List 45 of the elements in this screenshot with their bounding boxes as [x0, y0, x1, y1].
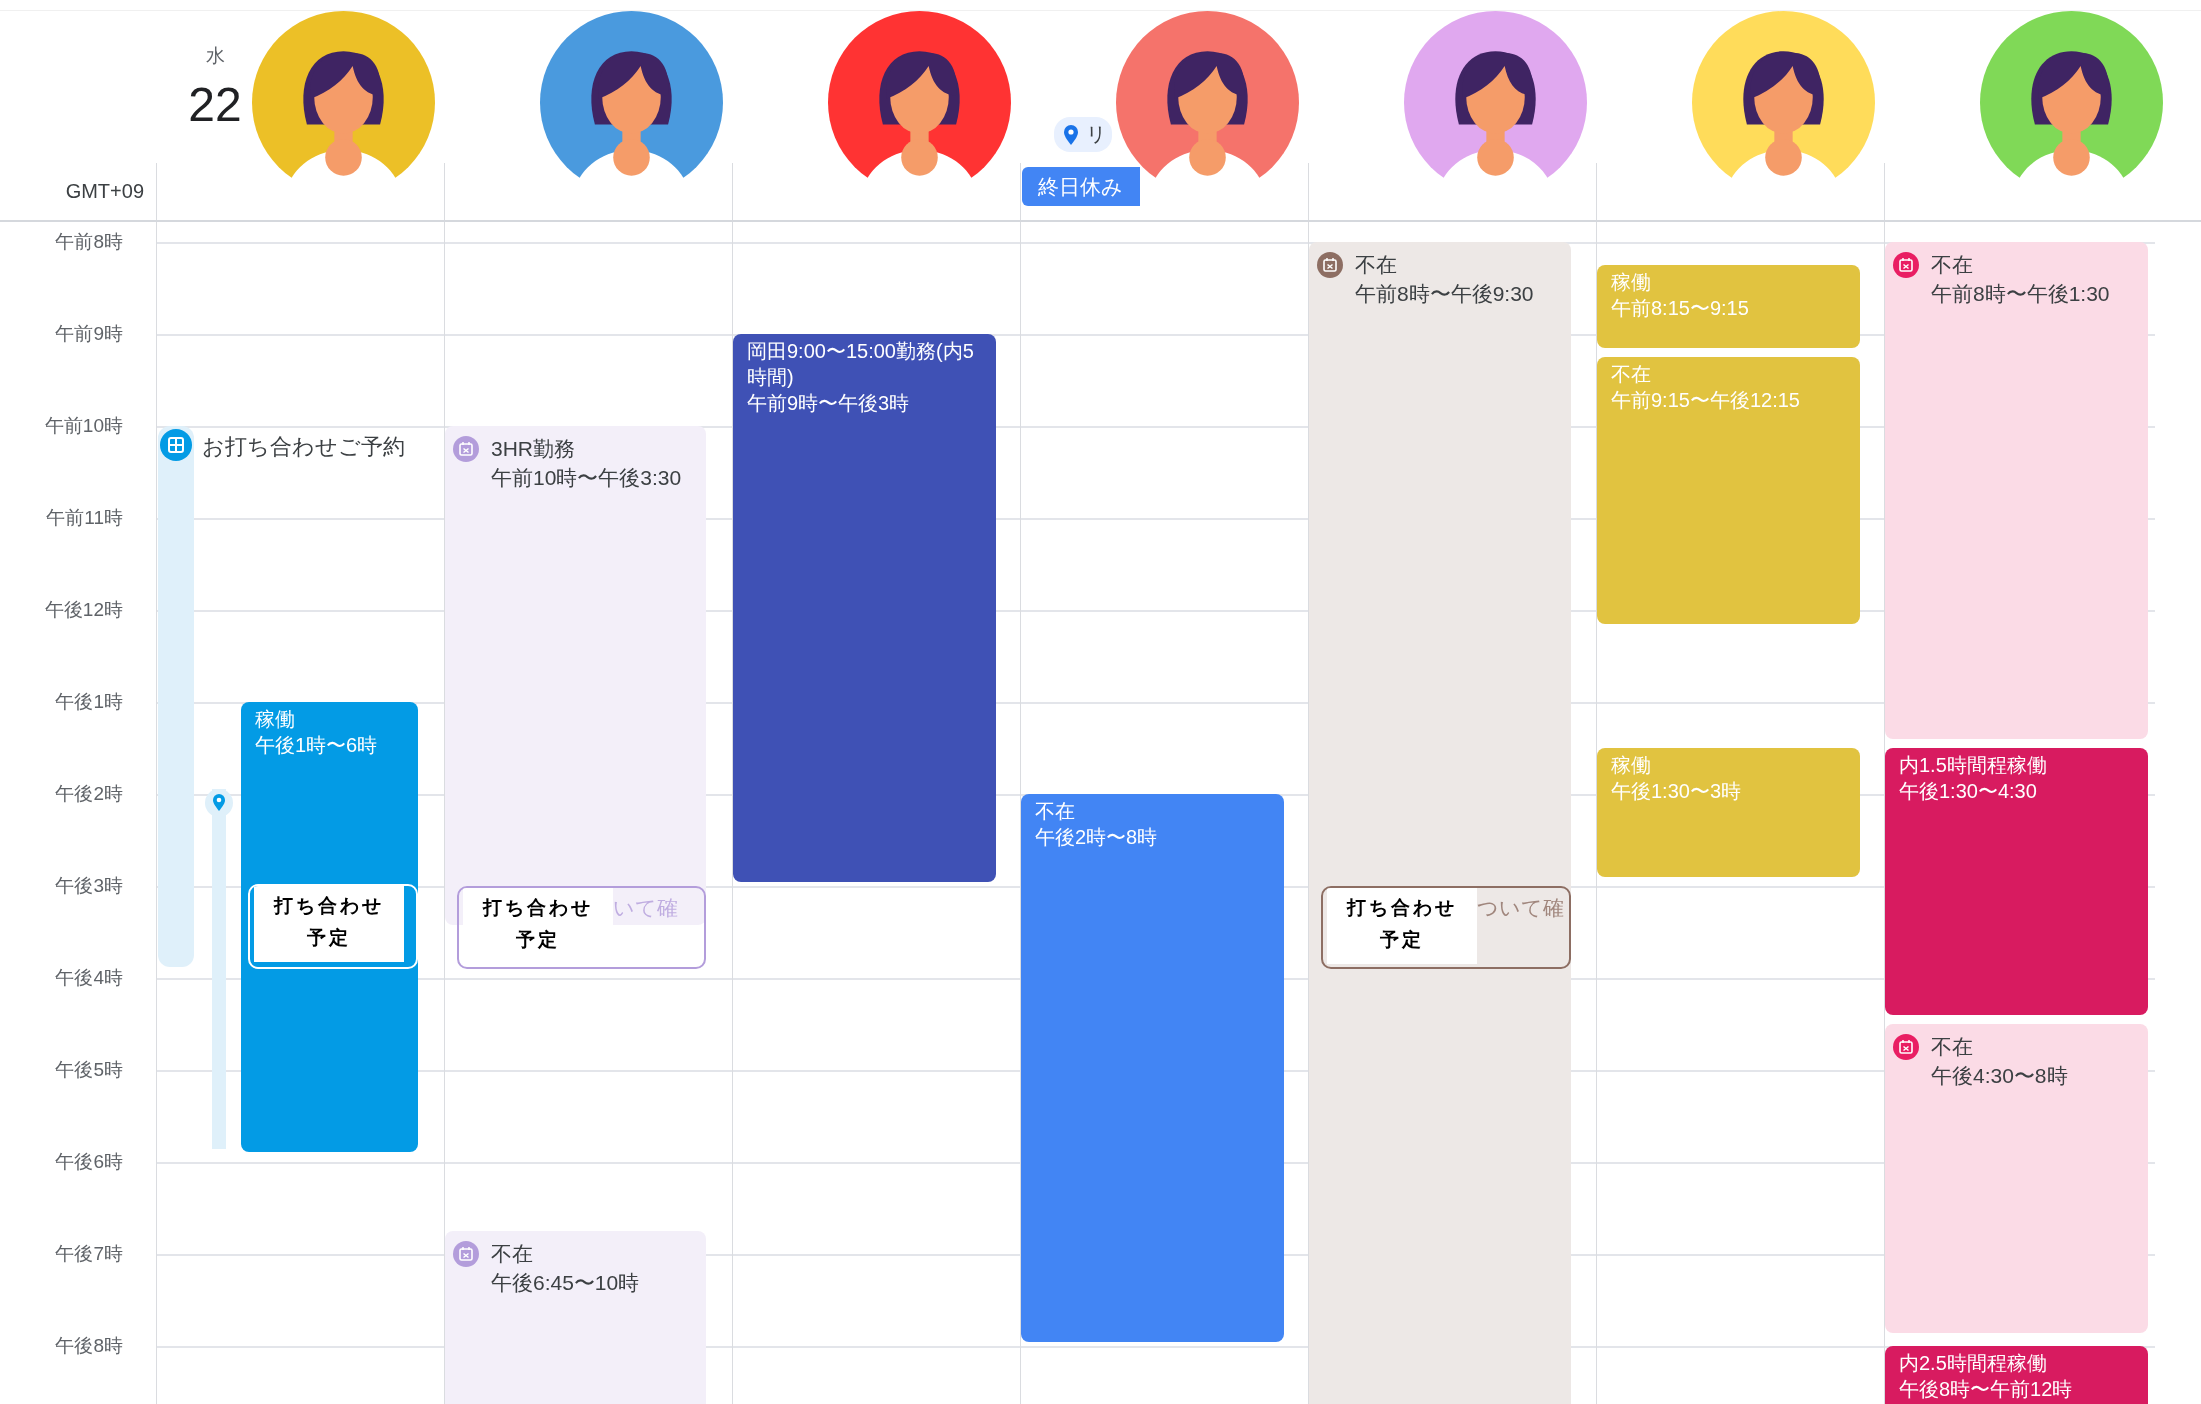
event-time: 午後2時〜8時 — [1035, 825, 1159, 850]
hour-label: 午後2時 — [54, 782, 124, 806]
event-time: 午前10時〜午後3:30 — [491, 465, 683, 491]
event-time: 午後8時〜午前12時 — [1899, 1377, 2074, 1402]
event-time: 午後6:45〜10時 — [491, 1270, 641, 1296]
hour-label: 午後1時 — [54, 690, 124, 714]
event-time: 午後1:30〜3時 — [1611, 779, 1743, 804]
hour-label: 午前8時 — [54, 230, 124, 254]
event-time: 午後4:30〜8時 — [1931, 1063, 2069, 1089]
event-time: 午前9:15〜午後12:15 — [1611, 388, 1801, 413]
event-label: 打ち合わせ予定 — [1327, 888, 1477, 964]
hour-label: 午前11時 — [45, 506, 124, 530]
hour-label: 午後12時 — [43, 598, 124, 622]
hour-label: 午後5時 — [54, 1058, 124, 1082]
event-title: 内2.5時間程稼働 — [1899, 1351, 2048, 1376]
event-title: いて確 — [613, 895, 678, 921]
hour-label: 午前9時 — [54, 322, 124, 346]
event-title: 不在 — [1931, 252, 1974, 278]
event-title: 不在 — [491, 1241, 534, 1267]
event-time: 午前8時〜午後9:30 — [1355, 281, 1535, 307]
hour-label: 午後3時 — [54, 874, 124, 898]
event-title: 内1.5時間程稼働 — [1899, 753, 2048, 778]
event-title: 稼働 — [255, 707, 296, 732]
event-time: 午前9時〜午後3時 — [747, 391, 911, 416]
hour-label: 午後8時 — [54, 1334, 124, 1358]
event-time: 午後1時〜6時 — [255, 733, 379, 758]
event-time: 午前8:15〜9:15 — [1611, 296, 1750, 321]
event-title: ついて確 — [1477, 895, 1564, 921]
event-title: 不在 — [1611, 362, 1652, 387]
hour-label: 午前10時 — [43, 414, 124, 438]
event-title: 不在 — [1931, 1034, 1974, 1060]
event-title: 不在 — [1355, 252, 1398, 278]
hour-label: 午後4時 — [54, 966, 124, 990]
event-title: 稼働 — [1611, 753, 1652, 778]
event-title: 3HR勤務 — [491, 436, 576, 462]
event-time: 午後1:30〜4:30 — [1899, 779, 2038, 804]
event-time: 午前8時〜午後1:30 — [1931, 281, 2111, 307]
hour-label: 午後7時 — [54, 1242, 124, 1266]
weekday-label: 水 — [205, 44, 225, 68]
hour-label: 午後6時 — [54, 1150, 124, 1174]
event-title: 稼働 — [1611, 270, 1652, 295]
timezone-label: GMT+09 — [65, 180, 144, 203]
event-title: 岡田9:00〜15:00勤務(内5時間) — [747, 339, 975, 390]
event-title: 不在 — [1035, 799, 1076, 824]
event-label: 打ち合わせ予定 — [254, 886, 404, 963]
